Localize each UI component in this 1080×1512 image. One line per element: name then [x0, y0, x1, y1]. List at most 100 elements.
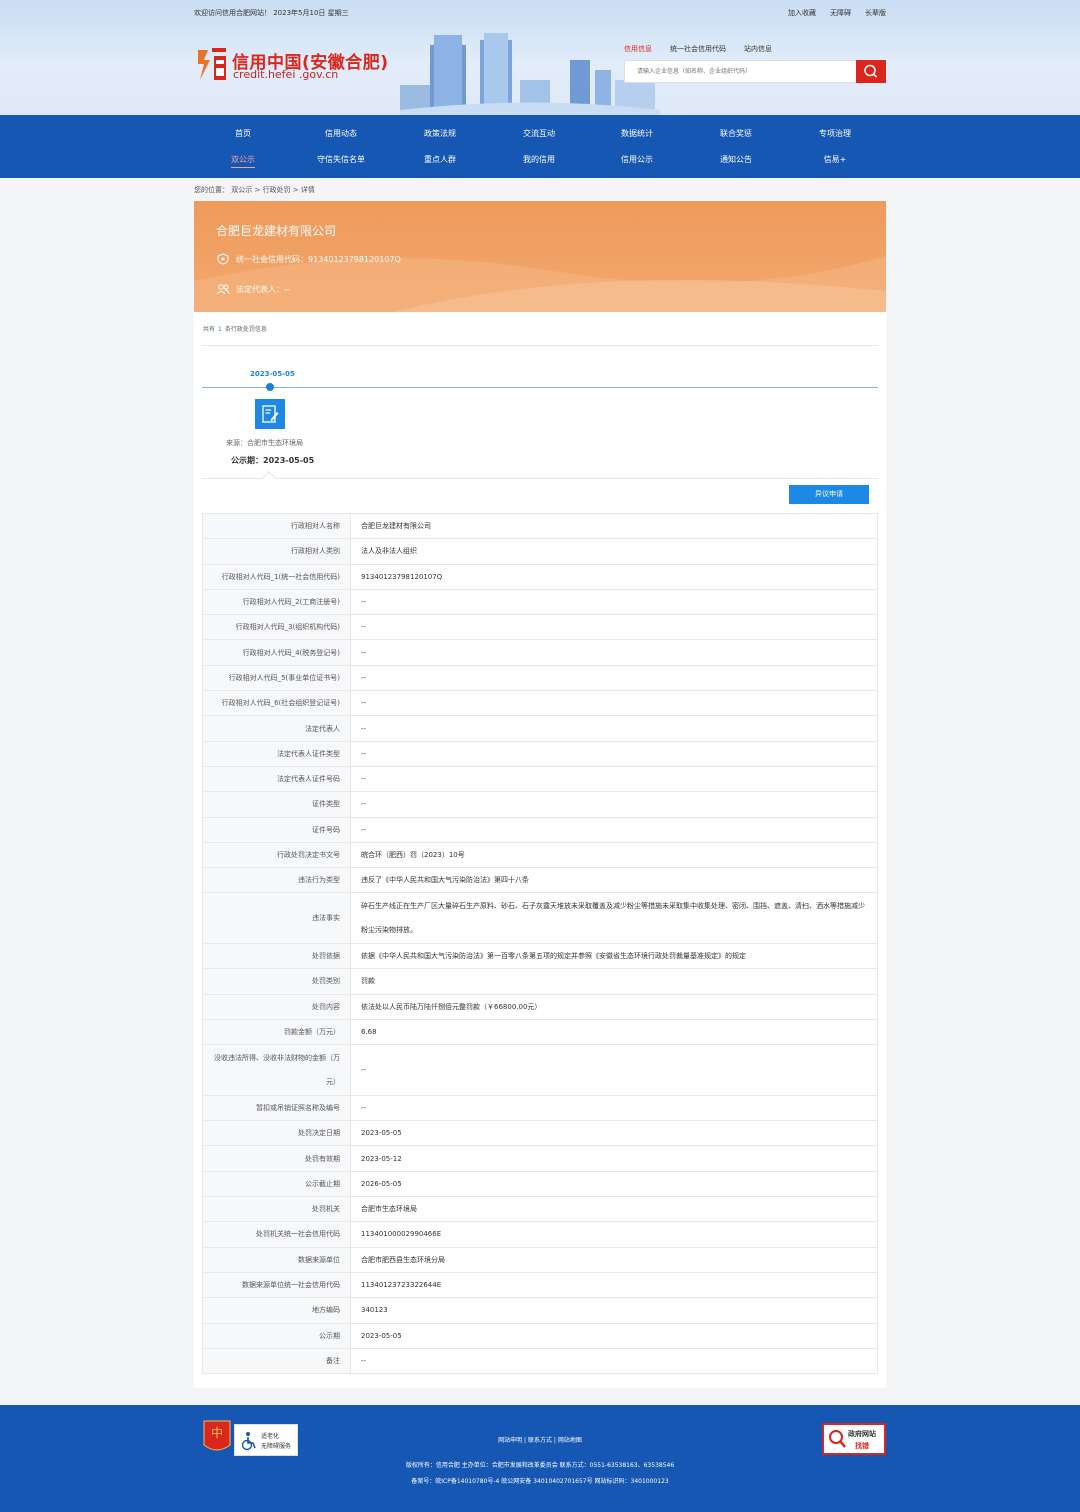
- table-row: 行政相对人名称 合肥巨龙建材有限公司: [203, 514, 878, 540]
- nav-interaction[interactable]: 交流互动: [523, 128, 555, 139]
- document-edit-icon[interactable]: [255, 399, 285, 429]
- table-label: 行政相对人代码_6(社会组织登记证号): [203, 691, 351, 716]
- search-tabs: 信用信息 统一社会信用代码 站内信息: [624, 44, 772, 54]
- table-value: --: [351, 817, 878, 842]
- tab-credit-info[interactable]: 信用信息: [624, 44, 652, 54]
- breadcrumb-admin-penalty[interactable]: 行政处罚: [263, 186, 291, 194]
- nav-credit-plus[interactable]: 信易+: [824, 154, 847, 165]
- table-row: 行政相对人代码_2(工商注册号) --: [203, 589, 878, 616]
- nav-my-credit[interactable]: 我的信用: [523, 154, 555, 165]
- table-row: 没收违法所得、没收非法财物的金额（万元） --: [203, 1045, 878, 1096]
- table-value: 91340123798120107Q: [351, 564, 878, 589]
- table-label: 违法事实: [203, 893, 351, 944]
- table-row: 行政相对人代码_6(社会组织登记证号) --: [203, 691, 878, 717]
- table-row: 地方编码 340123: [203, 1298, 878, 1324]
- footer-link-statement[interactable]: 网站申明: [498, 1437, 522, 1444]
- publicity-date: 公示期：2023-05-05: [231, 456, 315, 465]
- table-row: 行政相对人代码_4(税务登记号) --: [203, 640, 878, 666]
- nav-special-governance[interactable]: 专项治理: [819, 128, 851, 139]
- table-row: 违法行为类型 违反了《中华人民共和国大气污染防治法》第四十八条: [203, 868, 878, 894]
- timeline-date[interactable]: 2023-05-05: [250, 370, 295, 378]
- nav-credit-publicity[interactable]: 信用公示: [621, 154, 653, 165]
- table-row: 法定代表人证件号码 --: [203, 766, 878, 793]
- table-value: --: [351, 615, 878, 640]
- footer-links: 网站申明 | 联系方式 | 网站地图: [0, 1435, 1080, 1444]
- nav-credit-lists[interactable]: 守信失信名单: [317, 154, 365, 165]
- breadcrumb-double-publicity[interactable]: 双公示: [231, 186, 252, 194]
- nav-home[interactable]: 首页: [235, 128, 251, 139]
- divider-caret: [261, 470, 277, 486]
- table-value: --: [351, 766, 878, 792]
- nav-statistics[interactable]: 数据统计: [621, 128, 653, 139]
- table-value: 2023-05-12: [351, 1146, 878, 1171]
- table-row: 行政相对人代码_3(组织机构代码) --: [203, 615, 878, 641]
- table-label: 罚款金额（万元）: [203, 1019, 351, 1045]
- table-label: 法定代表人证件类型: [203, 741, 351, 766]
- detail-panel: 合肥巨龙建材有限公司 统一社会信用代码：91340123798120107Q 法…: [194, 201, 886, 1388]
- add-favorite-link[interactable]: 加入收藏: [788, 8, 816, 18]
- table-row: 处罚决定日期 2023-05-05: [203, 1121, 878, 1147]
- table-row: 处罚有效期 2023-05-12: [203, 1146, 878, 1172]
- table-value: 罚款: [351, 969, 878, 994]
- gov-site-error-report[interactable]: 政府网站 找错: [822, 1423, 886, 1455]
- table-label: 地方编码: [203, 1298, 351, 1323]
- footer-link-sitemap[interactable]: 网站地图: [558, 1437, 582, 1444]
- legal-rep-row: 法定代表人：--: [216, 283, 290, 295]
- table-row: 行政相对人类别 法人及非法人组织: [203, 539, 878, 565]
- elder-mode-link[interactable]: 长辈版: [865, 8, 886, 18]
- table-label: 行政相对人名称: [203, 514, 351, 539]
- nav-notices[interactable]: 通知公告: [720, 154, 752, 165]
- table-value: 皖合环（肥西）罚（2023）10号: [351, 842, 878, 868]
- credit-code: 统一社会信用代码：91340123798120107Q: [236, 254, 401, 264]
- footer-record-info: 备案号：皖ICP备14010780号-4 皖公网安备 3401040270165…: [411, 1478, 669, 1485]
- table-label: 违法行为类型: [203, 868, 351, 893]
- timeline-dot[interactable]: [266, 383, 274, 391]
- search-button[interactable]: [856, 60, 886, 83]
- magnifier-icon: [829, 1430, 846, 1448]
- top-links: 加入收藏 无障碍 长辈版: [788, 8, 886, 18]
- table-label: 法定代表人: [203, 716, 351, 741]
- table-value: 违反了《中华人民共和国大气污染防治法》第四十八条: [351, 868, 878, 893]
- welcome-text: 欢迎访问信用合肥网站！ 2023年5月10日 星期三: [194, 9, 349, 17]
- breadcrumb: 您的位置： 双公示 > 行政处罚 > 详情: [194, 185, 315, 195]
- table-label: 处罚机关: [203, 1197, 351, 1222]
- search-input[interactable]: [625, 61, 857, 82]
- table-value: 11340100002990466E: [351, 1222, 878, 1247]
- site-logo[interactable]: 信用中国(安徽合肥) credit.hefei .gov.cn: [194, 44, 394, 84]
- nav-credit-news[interactable]: 信用动态: [325, 128, 357, 139]
- tab-credit-code[interactable]: 统一社会信用代码: [670, 44, 726, 54]
- credit-code-row: 统一社会信用代码：91340123798120107Q: [216, 253, 401, 265]
- nav-policy[interactable]: 政策法规: [424, 128, 456, 139]
- table-label: 没收违法所得、没收非法财物的金额（万元）: [203, 1045, 351, 1095]
- table-row: 处罚类别 罚款: [203, 969, 878, 995]
- table-value: 2026-05-05: [351, 1171, 878, 1197]
- table-value: --: [351, 1045, 878, 1095]
- table-label: 暂扣或吊销证照名称及编号: [203, 1095, 351, 1121]
- divider: [202, 345, 878, 346]
- table-label: 行政相对人类别: [203, 539, 351, 564]
- gov-text-1: 政府网站: [848, 1430, 876, 1438]
- nav-key-groups[interactable]: 重点人群: [424, 154, 456, 165]
- count-prefix: 共有: [203, 326, 216, 333]
- record-count: 共有 1 条行政处罚信息: [203, 324, 267, 333]
- table-value: 合肥市肥西县生态环境分局: [351, 1247, 878, 1272]
- table-row: 公示期 2023-05-05: [203, 1323, 878, 1349]
- breadcrumb-sep: >: [292, 186, 301, 194]
- objection-button[interactable]: 异议申请: [789, 485, 869, 504]
- table-value: --: [351, 741, 878, 766]
- table-label: 处罚决定日期: [203, 1121, 351, 1146]
- shield-icon: [217, 253, 229, 265]
- nav-double-publicity[interactable]: 双公示: [231, 154, 255, 168]
- tab-site-info[interactable]: 站内信息: [744, 44, 772, 54]
- footer-link-contact[interactable]: 联系方式: [528, 1437, 552, 1444]
- table-label: 行政相对人代码_2(工商注册号): [203, 589, 351, 615]
- nav-joint-reward[interactable]: 联合奖惩: [720, 128, 752, 139]
- table-label: 行政相对人代码_1(统一社会信用代码): [203, 564, 351, 589]
- table-label: 证件类型: [203, 792, 351, 817]
- table-label: 法定代表人证件号码: [203, 766, 351, 792]
- accessibility-link[interactable]: 无障碍: [830, 8, 851, 18]
- table-label: 处罚依据: [203, 944, 351, 969]
- table-row: 备注 --: [203, 1348, 878, 1375]
- table-label: 处罚有效期: [203, 1146, 351, 1171]
- table-row: 证件类型 --: [203, 792, 878, 818]
